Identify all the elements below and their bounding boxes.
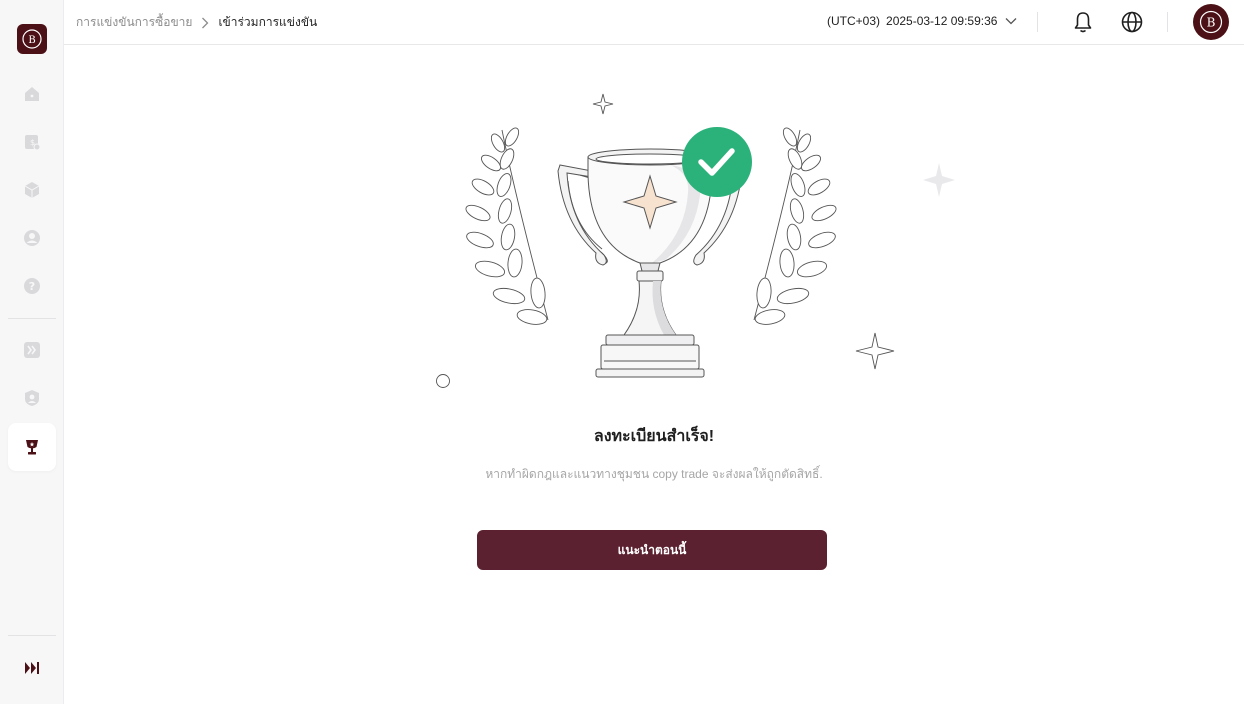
timezone-selector[interactable]: (UTC+03) 2025-03-12 09:59:36 (827, 14, 1017, 28)
laurel-left (465, 127, 549, 325)
timezone-label: (UTC+03) (827, 14, 881, 28)
question-icon: ? (24, 278, 40, 294)
chevron-right-icon (201, 17, 209, 29)
svg-text:B: B (1207, 16, 1216, 30)
sparkle-icon (592, 93, 614, 115)
top-bar: การแข่งขันการซื้อขาย เข้าร่วมการแข่งขัน … (64, 0, 1244, 45)
sidebar-item-profile-shield[interactable] (8, 374, 56, 422)
svg-text:?: ? (29, 280, 35, 293)
header-divider-2 (1167, 12, 1168, 32)
language-button[interactable] (1118, 8, 1146, 36)
globe-icon (1121, 11, 1143, 33)
brand-logo-icon[interactable]: B (17, 24, 47, 54)
decorative-circle (436, 374, 450, 388)
cube-icon (24, 182, 40, 198)
breadcrumb: การแข่งขันการซื้อขาย เข้าร่วมการแข่งขัน (76, 13, 317, 32)
sidebar-item-help[interactable]: ? (8, 262, 56, 310)
header-divider (1037, 12, 1038, 32)
trophy-illustration (436, 93, 955, 388)
recommend-now-button[interactable]: แนะนำตอนนี้ (477, 530, 827, 570)
forward-icon (24, 342, 40, 358)
sidebar-item-assets[interactable]: $ (8, 118, 56, 166)
collapse-sidebar-icon (25, 662, 39, 674)
success-description: หากทำผิดกฎและแนวทางชุมชน copy trade จะส่… (485, 467, 823, 481)
trophy-icon (26, 440, 38, 455)
sparkle-icon (855, 332, 895, 370)
laurel-right (753, 127, 837, 325)
svg-text:B: B (28, 35, 35, 46)
notifications-button[interactable] (1069, 8, 1097, 36)
success-title: ลงทะเบียนสำเร็จ! (593, 428, 715, 445)
sidebar-item-products[interactable] (8, 166, 56, 214)
collapse-sidebar-button[interactable] (8, 644, 56, 692)
user-avatar[interactable]: B (1193, 4, 1229, 40)
home-icon (25, 87, 39, 101)
sidebar-divider (8, 318, 56, 319)
sparkle-icon (923, 163, 955, 197)
wallet-icon: $ (25, 135, 41, 151)
app-root: B $ ? การแข่งขันการซื้อขาย เข้าร่วมการแข… (0, 0, 1244, 704)
brand-avatar-icon: B (1199, 10, 1223, 34)
datetime-label: 2025-03-12 09:59:36 (886, 14, 998, 28)
sidebar-item-copy-trade[interactable] (8, 326, 56, 374)
sidebar-divider-bottom (8, 635, 56, 636)
sidebar-item-home[interactable] (8, 70, 56, 118)
sidebar-item-account[interactable] (8, 214, 56, 262)
bell-icon (1074, 12, 1092, 33)
user-icon (24, 230, 40, 246)
shield-user-icon (25, 390, 39, 406)
chevron-down-icon (1005, 17, 1017, 25)
check-circle-icon (682, 127, 752, 197)
breadcrumb-current: เข้าร่วมการแข่งขัน (218, 15, 318, 29)
sidebar: B $ ? (0, 0, 64, 704)
sidebar-item-competition[interactable] (8, 423, 56, 471)
breadcrumb-link-trading-competition[interactable]: การแข่งขันการซื้อขาย (76, 13, 192, 32)
